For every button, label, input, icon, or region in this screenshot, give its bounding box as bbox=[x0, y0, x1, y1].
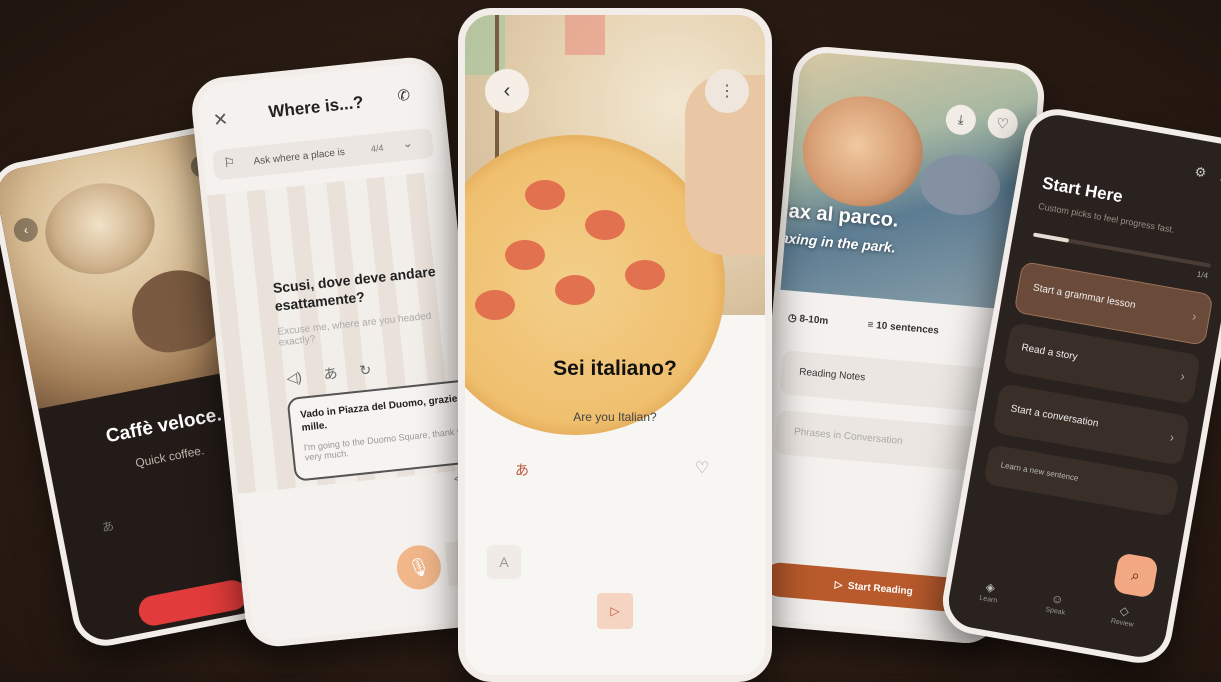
flag-icon: ⚐ bbox=[222, 154, 236, 171]
chevron-down-icon[interactable]: ⌄ bbox=[402, 136, 413, 151]
translate-icon[interactable]: あ bbox=[100, 517, 115, 536]
row-label: Phrases in Conversation bbox=[793, 426, 904, 447]
progress-text: 1/4 bbox=[1196, 269, 1209, 281]
progress-fill bbox=[1032, 232, 1070, 243]
chevron-right-icon: › bbox=[1168, 429, 1176, 445]
close-icon[interactable]: ✕ bbox=[212, 109, 229, 131]
card-label: Start a conversation bbox=[1009, 403, 1100, 430]
gear-icon[interactable]: ⚙ bbox=[1193, 164, 1207, 182]
illustration-flag-green bbox=[465, 15, 505, 75]
task-count: 4/4 bbox=[370, 142, 384, 155]
phrase-italian: Sei italiano? bbox=[553, 357, 677, 380]
phrase-english: Are you Italian? bbox=[573, 410, 657, 424]
illustration-pepperoni bbox=[585, 210, 625, 240]
card-label: Start a grammar lesson bbox=[1032, 282, 1137, 312]
sentence-count: ≡ 10 sentences bbox=[867, 319, 940, 337]
mic-button[interactable]: 🎙 bbox=[394, 543, 444, 592]
illustration-pepperoni bbox=[475, 290, 515, 320]
illustration-pepperoni bbox=[505, 240, 545, 270]
translate-icon[interactable]: あ bbox=[515, 460, 529, 480]
replay-icon[interactable]: ↻ bbox=[359, 361, 372, 378]
phone-screen-phrase: ‹ ⋮ Sei italiano? Are you Italian? あ ♡ A… bbox=[458, 8, 772, 682]
illustration-pepperoni bbox=[625, 260, 665, 290]
illustration-flag-red bbox=[565, 15, 605, 55]
phone-icon[interactable]: ✆ bbox=[397, 86, 411, 105]
illustration-pepperoni bbox=[555, 275, 595, 305]
text-size-button[interactable]: A bbox=[487, 545, 521, 579]
card-label: Read a story bbox=[1020, 342, 1079, 363]
back-icon[interactable]: ‹ bbox=[485, 69, 529, 113]
more-icon[interactable]: ⋮ bbox=[705, 69, 749, 113]
translate-icon[interactable]: あ bbox=[323, 365, 339, 382]
phrases-row[interactable]: Phrases in Conversation › bbox=[774, 409, 1000, 474]
speaker-icon[interactable]: ◁) bbox=[286, 369, 303, 387]
home-description: Custom picks to feel progress fast. bbox=[1037, 200, 1176, 235]
conversation-title: Where is...? bbox=[267, 92, 365, 122]
illustration-pepperoni bbox=[525, 180, 565, 210]
card-label: Learn a new sentence bbox=[1000, 460, 1080, 483]
duration-badge: ◷ 8-10m bbox=[787, 312, 829, 327]
chevron-right-icon: › bbox=[1179, 368, 1187, 384]
nav-item-speak[interactable]: ☺ Speak bbox=[1030, 588, 1083, 619]
reading-notes-row[interactable]: Reading Notes › bbox=[779, 350, 1005, 414]
record-button[interactable] bbox=[136, 577, 250, 629]
chevron-right-icon: › bbox=[1190, 308, 1198, 324]
home-title: Start Here bbox=[1040, 173, 1125, 207]
row-label: Reading Notes bbox=[798, 366, 866, 384]
play-button[interactable]: ▷ bbox=[597, 593, 633, 629]
nav-item-learn[interactable]: ◈ Learn bbox=[963, 576, 1016, 607]
search-button[interactable]: ⌕ bbox=[1112, 552, 1159, 599]
nav-item-review[interactable]: ◇ Review bbox=[1097, 600, 1150, 631]
heart-icon[interactable]: ♡ bbox=[695, 458, 709, 478]
